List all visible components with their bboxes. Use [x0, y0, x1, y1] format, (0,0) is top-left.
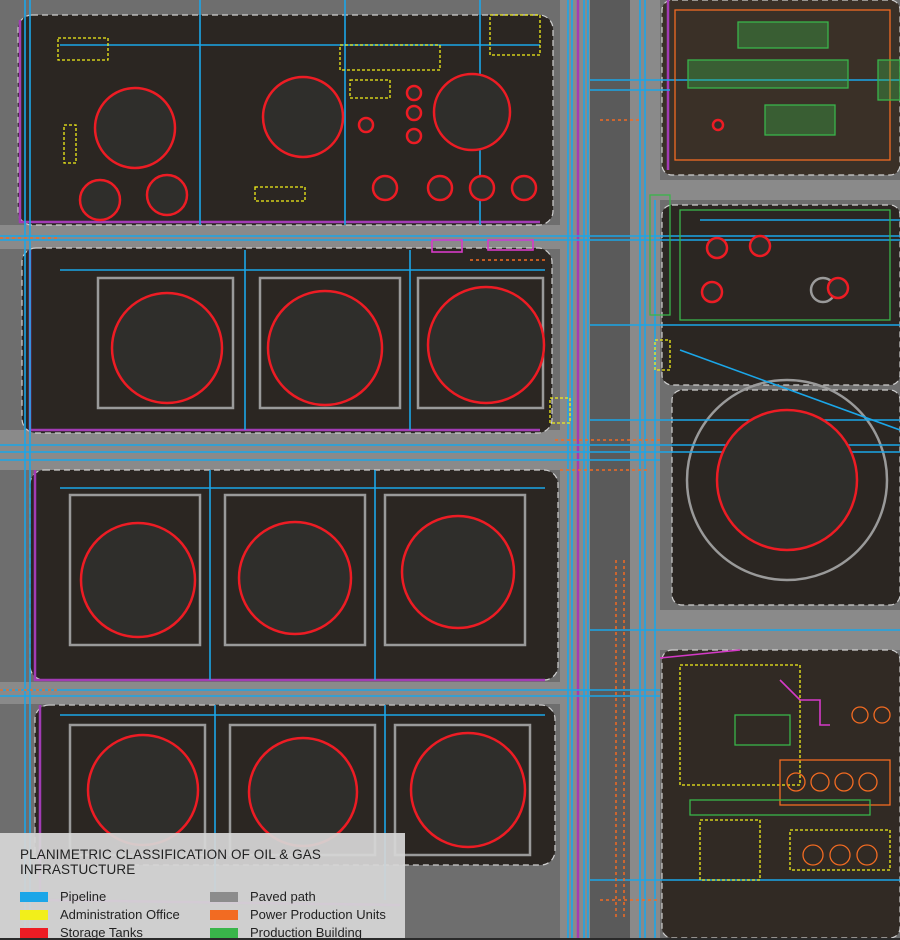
legend-title: PLANIMETRIC CLASSIFICATION OF OIL & GAS … [20, 847, 321, 877]
storage-tank [711, 118, 725, 132]
pipeline-swatch-icon [20, 891, 48, 902]
storage-tank [405, 84, 423, 102]
legend-grid: Pipeline Paved path Administration Offic… [20, 889, 405, 940]
storage-tank [409, 731, 527, 849]
storage-tank [426, 285, 546, 405]
storage-tank [261, 75, 345, 159]
legend-label: Power Production Units [250, 907, 386, 922]
storage-tank [405, 104, 423, 122]
paved-path-swatch-icon [210, 891, 238, 902]
administration-office-swatch-icon [20, 909, 48, 920]
storage-tank [371, 174, 399, 202]
storage-tank [432, 72, 512, 152]
storage-tank [468, 174, 496, 202]
storage-tank [700, 280, 724, 304]
legend-item-power-production-units: Power Production Units [210, 907, 400, 922]
storage-tank [826, 276, 850, 300]
storage-tank [400, 514, 516, 630]
legend-item-administration-office: Administration Office [20, 907, 210, 922]
storage-tank [715, 408, 859, 552]
storage-tank [405, 127, 423, 145]
storage-tanks-swatch-icon [20, 927, 48, 938]
storage-tank [247, 736, 359, 848]
production-building-swatch-icon [210, 927, 238, 938]
power-production-swatch-icon [210, 909, 238, 920]
refinery-map [0, 0, 900, 938]
legend-label: Administration Office [60, 907, 180, 922]
storage-tank [93, 86, 177, 170]
legend-label: Pipeline [60, 889, 107, 904]
storage-tank [145, 173, 189, 217]
legend-item-pipeline: Pipeline [20, 889, 210, 904]
storage-tank [426, 174, 454, 202]
storage-tank [78, 178, 122, 222]
storage-tank [266, 289, 384, 407]
storage-tank [510, 174, 538, 202]
storage-tank [86, 733, 200, 847]
storage-tank [748, 234, 772, 258]
storage-tank [705, 236, 729, 260]
storage-tank [110, 291, 224, 405]
storage-tank [357, 116, 375, 134]
map-legend: PLANIMETRIC CLASSIFICATION OF OIL & GAS … [0, 833, 405, 940]
storage-tank [237, 520, 353, 636]
legend-label: Paved path [250, 889, 316, 904]
storage-tank [79, 521, 197, 639]
legend-item-paved-path: Paved path [210, 889, 400, 904]
